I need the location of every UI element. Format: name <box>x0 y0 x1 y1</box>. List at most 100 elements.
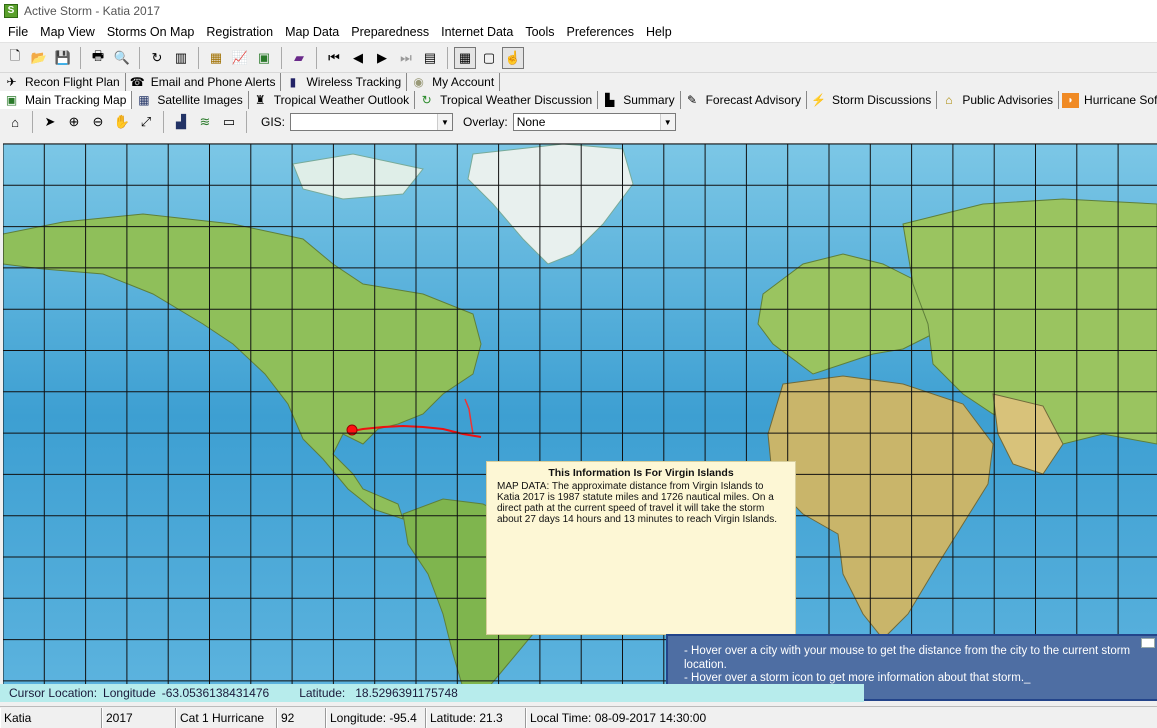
chart-icon: ▙ <box>605 93 615 107</box>
map-icon: ▣ <box>5 93 18 107</box>
pointer-icon[interactable]: ➤ <box>39 111 61 133</box>
tab-storm-discussions[interactable]: ⚡ Storm Discussions <box>807 91 938 109</box>
tab-label: Summary <box>623 93 675 107</box>
tab-hurricane-software-news[interactable]: ◗ Hurricane Software New <box>1059 91 1157 109</box>
menu-preparedness[interactable]: Preparedness <box>345 22 435 42</box>
gis-label: GIS: <box>261 115 286 129</box>
open-folder-icon[interactable]: 📂 <box>28 47 50 69</box>
pan-hand-icon[interactable]: ✋ <box>111 111 133 133</box>
graph-icon[interactable]: 📈 <box>229 47 251 69</box>
toolbar-separator <box>139 46 140 69</box>
tab-label: Satellite Images <box>157 93 243 107</box>
tab-main-tracking-map[interactable]: ▣ Main Tracking Map <box>0 91 133 109</box>
house-icon: ⌂ <box>945 93 953 107</box>
full-extent-icon[interactable]: ⤢ <box>135 111 157 133</box>
tracking-map[interactable]: This Information Is For Virgin Islands M… <box>3 143 1157 687</box>
buildings-icon[interactable]: ▥ <box>170 47 192 69</box>
wave-layer-icon[interactable]: ≋ <box>194 111 216 133</box>
tab-email-phone-alerts[interactable]: ☎ Email and Phone Alerts <box>126 73 282 91</box>
tab-label: Main Tracking Map <box>25 93 127 107</box>
pdf-icon[interactable]: ▤ <box>419 47 441 69</box>
menu-map-data[interactable]: Map Data <box>279 22 345 42</box>
toolbar-separator <box>163 111 164 133</box>
help-line-1: - Hover over a city with your mouse to g… <box>684 645 1131 671</box>
new-file-icon[interactable]: 🗋 <box>4 47 26 69</box>
tab-forecast-advisory[interactable]: ✎ Forecast Advisory <box>681 91 807 109</box>
ruler-icon[interactable]: ▭ <box>218 111 240 133</box>
tab-label: My Account <box>432 75 495 89</box>
previous-icon[interactable]: ◀ <box>347 47 369 69</box>
tab-label: Forecast Advisory <box>705 93 801 107</box>
toolbar-separator <box>447 46 448 69</box>
pointer-hand-icon[interactable]: ☝ <box>502 46 524 69</box>
binoculars-icon: ♜ <box>254 93 266 107</box>
tab-public-advisories[interactable]: ⌂ Public Advisories <box>937 91 1060 109</box>
tab-my-account[interactable]: ◉ My Account <box>407 73 501 91</box>
menu-help[interactable]: Help <box>640 22 678 42</box>
select-rect-icon[interactable]: ▢ <box>478 47 500 69</box>
menu-internet-data[interactable]: Internet Data <box>435 22 519 42</box>
print-preview-icon[interactable]: 🔍 <box>111 47 133 69</box>
app-window: S Active Storm - Katia 2017 File Map Vie… <box>0 0 1157 728</box>
status-storm-name: Katia <box>0 707 102 728</box>
wireless-icon: ▮ <box>289 75 297 89</box>
tab-wireless-tracking[interactable]: ▮ Wireless Tracking <box>281 73 408 91</box>
toolbar-separator <box>316 46 317 69</box>
menu-bar: File Map View Storms On Map Registration… <box>0 22 1157 43</box>
tab-label: Tropical Weather Outlook <box>273 93 410 107</box>
save-icon[interactable]: 💾 <box>52 47 74 69</box>
info-popup-body: MAP DATA: The approximate distance from … <box>497 481 777 525</box>
chevron-down-icon[interactable]: ▼ <box>659 114 675 130</box>
rss-icon: ◗ <box>1062 92 1080 108</box>
overlay-select[interactable]: None ▼ <box>512 113 676 131</box>
info-popup: This Information Is For Virgin Islands M… <box>486 461 796 635</box>
tab-tropical-weather-discussion[interactable]: ↻ Tropical Weather Discussion <box>415 91 599 109</box>
status-category: Cat 1 Hurricane <box>176 707 277 728</box>
grid-icon[interactable]: ▦ <box>205 47 227 69</box>
last-icon[interactable]: ⏭ <box>395 47 417 69</box>
overlay-label: Overlay: <box>463 115 508 129</box>
tab-label: Wireless Tracking <box>306 75 402 89</box>
info-popup-title: This Information Is For Virgin Islands <box>548 467 734 479</box>
satellite-icon: ▦ <box>138 93 150 107</box>
zoom-in-icon[interactable]: ⊕ <box>63 111 85 133</box>
cursor-lon-value: -63.0536138431476 <box>161 686 270 700</box>
book-icon[interactable]: ▰ <box>288 47 310 69</box>
cursor-location-bar: Cursor Location: Longitude -63.053613843… <box>0 684 864 702</box>
first-icon[interactable]: ⏮ <box>323 47 345 69</box>
tab-tropical-weather-outlook[interactable]: ♜ Tropical Weather Outlook <box>249 91 416 109</box>
close-icon[interactable] <box>1141 638 1155 648</box>
status-longitude: Longitude: -95.4 <box>326 707 426 728</box>
app-icon: S <box>4 4 18 18</box>
status-wind: 92 <box>277 707 326 728</box>
tab-label: Tropical Weather Discussion <box>440 93 593 107</box>
tab-label: Email and Phone Alerts <box>150 75 276 89</box>
chevron-down-icon[interactable]: ▼ <box>437 114 453 130</box>
toolbar-separator <box>80 46 81 69</box>
cursor-lon-label: Longitude <box>103 686 156 700</box>
menu-tools[interactable]: Tools <box>519 22 560 42</box>
gis-select[interactable]: ▼ <box>290 113 454 131</box>
satellite-map-icon[interactable]: ▣ <box>253 47 275 69</box>
layer-chart-icon[interactable]: ▟ <box>170 111 192 133</box>
grid-lines-toggle-icon[interactable]: ▦ <box>454 46 476 69</box>
tab-label: Recon Flight Plan <box>25 75 120 89</box>
tab-recon-flight-plan[interactable]: ✈ Recon Flight Plan <box>0 73 126 91</box>
print-icon[interactable]: 🖶 <box>87 47 109 69</box>
hurricane-icon[interactable]: ↻ <box>146 47 168 69</box>
tab-satellite-images[interactable]: ▦ Satellite Images <box>132 91 249 109</box>
home-map-icon[interactable]: ⌂ <box>4 111 26 133</box>
tab-summary[interactable]: ▙ Summary <box>598 91 681 109</box>
zoom-out-icon[interactable]: ⊖ <box>87 111 109 133</box>
cursor-lat-label: Latitude: <box>299 686 346 700</box>
menu-map-view[interactable]: Map View <box>34 22 101 42</box>
cursor-label: Cursor Location: <box>9 686 98 700</box>
toolbar-separator <box>198 46 199 69</box>
next-icon[interactable]: ▶ <box>371 47 393 69</box>
menu-file[interactable]: File <box>2 22 34 42</box>
menu-preferences[interactable]: Preferences <box>561 22 640 42</box>
menu-registration[interactable]: Registration <box>200 22 279 42</box>
toolbar-separator <box>281 46 282 69</box>
main-toolbar: 🗋 📂 💾 🖶 🔍 ↻ ▥ ▦ 📈 ▣ ▰ ⏮ ◀ ▶ ⏭ ▤ ▦ ▢ ☝ <box>0 43 1157 73</box>
menu-storms-on-map[interactable]: Storms On Map <box>101 22 201 42</box>
